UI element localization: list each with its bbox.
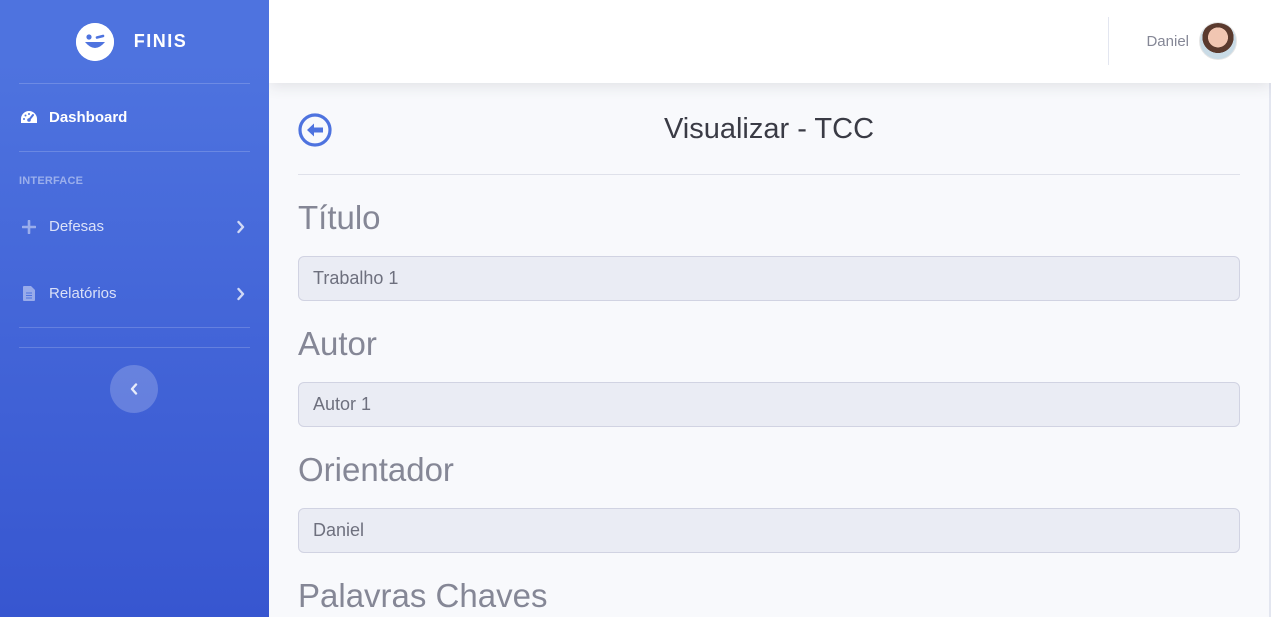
chevron-left-icon: [130, 383, 138, 395]
sidebar-item-label: Dashboard: [49, 109, 128, 126]
file-icon: [19, 284, 39, 304]
sidebar-item-label: Relatórios: [49, 285, 117, 302]
titulo-label: Título: [298, 199, 381, 236]
app-root: FINIS Dashboard INTERFACE Defesas Relató…: [0, 0, 1271, 617]
sidebar-toggle-button[interactable]: [110, 365, 158, 413]
sidebar-heading: INTERFACE: [19, 175, 84, 187]
brand-name: FINIS: [133, 31, 188, 51]
page-header: Visualizar - TCC: [298, 83, 1240, 175]
orientador-label: Orientador: [298, 451, 454, 488]
chevron-right-icon: [237, 220, 245, 233]
autor-label: Autor: [298, 325, 377, 362]
orientador-field[interactable]: Daniel: [298, 508, 1240, 553]
sidebar-item-relatorios[interactable]: Relatórios: [0, 260, 269, 327]
page-title: Visualizar - TCC: [663, 113, 875, 145]
sidebar-divider: [19, 327, 250, 328]
sidebar-item-label: Defesas: [49, 218, 105, 235]
autor-field[interactable]: Autor 1: [298, 382, 1240, 427]
sidebar-item-dashboard[interactable]: Dashboard: [0, 84, 269, 151]
chevron-right-icon: [237, 287, 245, 300]
main-content: Daniel Visualizar - TCC Título Trabalho …: [269, 0, 1271, 617]
topbar-divider: [1108, 17, 1109, 65]
sidebar-divider: [19, 347, 250, 348]
tcc-form: Título Trabalho 1 Autor Autor 1 Orientad…: [298, 197, 1240, 616]
user-avatar: [1199, 22, 1237, 60]
sidebar: FINIS Dashboard INTERFACE Defesas Relató…: [0, 0, 269, 617]
user-name: Daniel: [1146, 32, 1189, 50]
topbar: Daniel: [269, 0, 1271, 83]
titulo-field[interactable]: Trabalho 1: [298, 256, 1240, 301]
winking-face-icon: [75, 22, 114, 61]
sidebar-item-defesas[interactable]: Defesas: [0, 193, 269, 260]
plus-icon: [19, 217, 39, 237]
tachometer-icon: [19, 108, 39, 128]
user-menu[interactable]: Daniel: [1146, 22, 1237, 60]
brand[interactable]: FINIS: [0, 0, 269, 83]
palavras-chaves-label: Palavras Chaves: [298, 577, 548, 614]
